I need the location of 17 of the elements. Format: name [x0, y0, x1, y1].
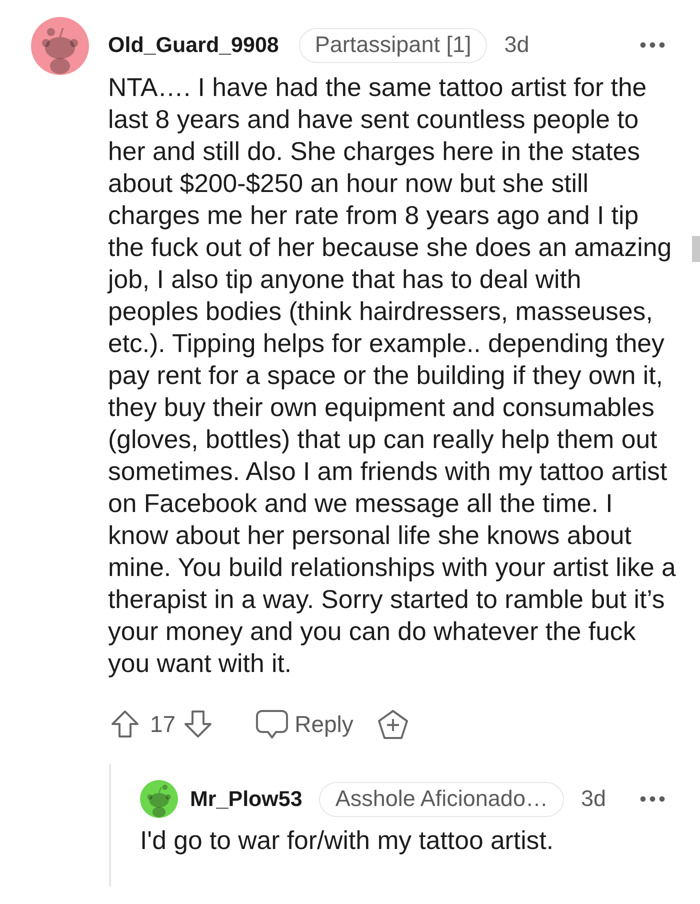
scrollbar-thumb[interactable]: [692, 236, 700, 262]
comment-age: 3d: [580, 786, 606, 812]
vote-count: 17: [150, 710, 176, 738]
reply-button[interactable]: Reply: [254, 708, 354, 740]
username[interactable]: Mr_Plow53: [190, 786, 302, 812]
comment-text: I'd go to war for/with my tattoo artist.: [140, 826, 555, 857]
user-flair: Asshole Aficionado…: [319, 782, 564, 816]
comment-age: 3d: [504, 32, 530, 58]
comment-text: NTA…. I have had the same tattoo artist for the last 8 years and have sent countless people to her and still do. She charges here in the states about $200-$250 an hour now but she still charges me her rate from 8 years ago and I tip the fuck out of her because she does an amazing job, I also tip anyone that has to deal with peoples bodies (think hairdressers, masseuses, etc.). Tipping helps for example.. depending they pay rent for a space or the building if they own it, they buy their own equipment and consumables (gloves, bottles) that up can really help them out sometimes. Also I am friends with my tattoo artist on Facebook and we message all the time. I know about her personal life she knows about mine. You build relationships with your artist like a therapist in a way. Sorry started to ramble but it’s your money and you can do whatever the fuck you want with it.: [108, 73, 676, 680]
more-options-icon[interactable]: [640, 796, 665, 802]
comment-icon: [254, 708, 289, 740]
username[interactable]: Old_Guard_9908: [108, 32, 279, 58]
pentagon-plus-icon[interactable]: [377, 708, 410, 740]
user-flair: Partassipant [1]: [298, 28, 488, 62]
downvote-icon[interactable]: [182, 709, 213, 739]
upvote-icon[interactable]: [110, 709, 140, 739]
more-options-icon[interactable]: [640, 42, 665, 48]
